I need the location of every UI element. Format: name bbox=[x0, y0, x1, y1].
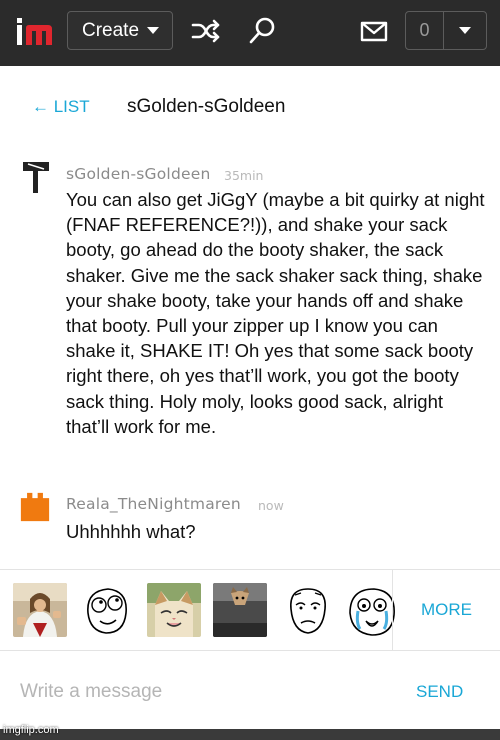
notification-count: 0 bbox=[406, 12, 444, 49]
search-icon[interactable] bbox=[246, 15, 278, 47]
message-input[interactable] bbox=[20, 678, 360, 706]
message-timestamp: now bbox=[258, 498, 284, 513]
message-text: You can also get JiGgY (maybe a bit quir… bbox=[66, 189, 485, 437]
meme-thumbnail-ceiling-cat[interactable] bbox=[213, 583, 267, 637]
pixel-avatar-icon[interactable] bbox=[20, 490, 50, 524]
top-navigation-bar: Create 0 bbox=[0, 0, 500, 66]
send-button[interactable]: SEND bbox=[416, 682, 463, 702]
imgflip-logo[interactable] bbox=[15, 17, 55, 47]
bottom-strip bbox=[0, 729, 500, 740]
meme-thumbnail-crying-face[interactable] bbox=[344, 583, 398, 637]
meme-thumbnail-buddy-christ[interactable] bbox=[13, 583, 67, 637]
create-label: Create bbox=[82, 19, 140, 41]
message-composer: SEND bbox=[0, 651, 500, 729]
notifications-dropdown[interactable] bbox=[444, 12, 486, 49]
meme-thumbnail-smiling-cat[interactable] bbox=[147, 583, 201, 637]
notifications-button[interactable]: 0 bbox=[405, 11, 487, 50]
chevron-down-icon bbox=[147, 27, 160, 34]
mail-icon[interactable] bbox=[358, 15, 390, 47]
back-to-list-link[interactable]: ← LIST bbox=[32, 97, 90, 117]
create-button[interactable]: Create bbox=[67, 11, 173, 50]
message-timestamp: 35min bbox=[224, 168, 264, 183]
signpost-icon[interactable] bbox=[22, 160, 52, 194]
conversation-title: sGolden-sGoldeen bbox=[127, 96, 286, 117]
more-memes-button[interactable]: MORE bbox=[392, 570, 500, 650]
message-username[interactable]: Reala_TheNightmaren bbox=[66, 495, 241, 513]
meme-picker-bar: MORE bbox=[0, 569, 500, 651]
message-text: Uhhhhhh what? bbox=[66, 521, 196, 542]
imgflip-watermark: imgflip.com bbox=[3, 724, 59, 736]
meme-thumbnail-okay-guy[interactable] bbox=[281, 583, 335, 637]
message-username[interactable]: sGolden-sGoldeen bbox=[66, 165, 210, 183]
meme-thumbnail-rage-face[interactable] bbox=[80, 583, 134, 637]
shuffle-icon[interactable] bbox=[190, 15, 222, 47]
chevron-down-icon bbox=[459, 27, 471, 34]
